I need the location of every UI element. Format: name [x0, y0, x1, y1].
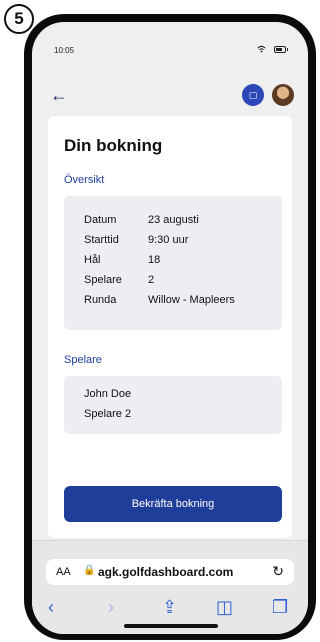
wifi-icon: [257, 45, 266, 53]
detail-row-players: Spelare 2: [84, 274, 274, 288]
address-bar[interactable]: AA 🔒 agk.golfdashboard.com ↻: [46, 559, 294, 585]
detail-value: 23 augusti: [148, 214, 199, 226]
overview-box: Datum 23 augusti Starttid 9:30 uur Hål 1…: [64, 196, 282, 330]
players-box: John Doe Spelare 2: [64, 376, 282, 434]
tabs-icon[interactable]: ❐: [272, 597, 288, 617]
player-name: John Doe: [84, 388, 132, 400]
text-size-button[interactable]: AA: [56, 566, 71, 578]
chevron-left-icon[interactable]: ‹: [48, 597, 54, 617]
status-time: 10:05: [54, 46, 75, 55]
detail-value: 2: [148, 274, 155, 286]
detail-key: Datum: [84, 214, 117, 226]
reload-icon[interactable]: ↻: [272, 563, 284, 580]
battery-icon: [274, 46, 288, 53]
detail-value: 18: [148, 254, 161, 266]
browser-chrome: AA 🔒 agk.golfdashboard.com ↻ ‹ › ⇪ ◫ ❐: [32, 540, 308, 634]
home-indicator: [124, 624, 218, 628]
phone-frame: 10:05 ← ▢ Din bokning Översikt Datum 23 …: [24, 14, 316, 640]
detail-row-start-time: Starttid 9:30 uur: [84, 234, 274, 248]
confirm-booking-button[interactable]: Bekräfta bokning: [64, 486, 282, 522]
browser-toolbar: ‹ › ⇪ ◫ ❐: [32, 597, 308, 621]
detail-value: 9:30 uur: [148, 234, 189, 246]
status-bar: 10:05: [32, 22, 308, 58]
phone-screen: 10:05 ← ▢ Din bokning Översikt Datum 23 …: [32, 22, 308, 634]
detail-value: Willow - Mapleers: [148, 294, 235, 306]
share-icon[interactable]: ⇪: [162, 597, 177, 617]
detail-row-date: Datum 23 augusti: [84, 214, 274, 228]
back-arrow-icon[interactable]: ←: [50, 86, 68, 104]
detail-key: Runda: [84, 294, 117, 306]
detail-key: Starttid: [84, 234, 119, 246]
detail-row-holes: Hål 18: [84, 254, 274, 268]
avatar[interactable]: [272, 84, 294, 106]
top-nav: ← ▢: [32, 84, 308, 114]
scan-icon[interactable]: ▢: [242, 84, 264, 106]
page-title: Din bokning: [64, 136, 163, 155]
detail-row-round: Runda Willow - Mapleers: [84, 294, 274, 308]
detail-key: Hål: [84, 254, 101, 266]
step-badge: 5: [4, 4, 34, 34]
players-heading: Spelare: [64, 354, 102, 366]
overview-heading: Översikt: [64, 174, 105, 186]
lock-icon: 🔒: [83, 565, 96, 576]
url-text[interactable]: agk.golfdashboard.com: [98, 565, 233, 579]
booking-card: Din bokning Översikt Datum 23 augusti St…: [48, 116, 292, 538]
player-name: Spelare 2: [84, 408, 132, 420]
detail-key: Spelare: [84, 274, 122, 286]
bookmarks-icon[interactable]: ◫: [216, 597, 233, 617]
chevron-right-icon[interactable]: ›: [108, 597, 114, 617]
